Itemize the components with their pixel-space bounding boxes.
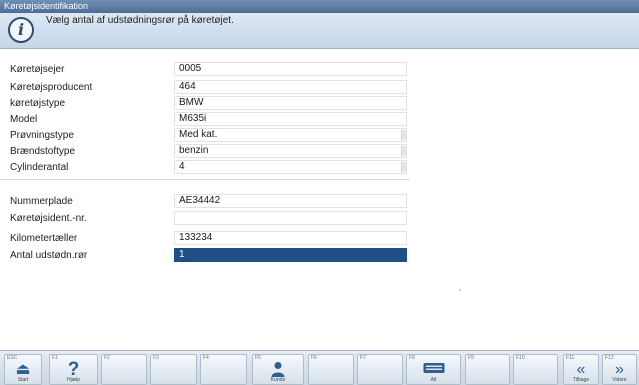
fkey-label: F7: [360, 355, 366, 361]
test-type-field[interactable]: Med kat.: [174, 128, 407, 142]
fkey-label: F3: [153, 355, 159, 361]
fkey-f11-button[interactable]: F11 « Tilbage: [563, 354, 599, 385]
field-label: Køretøjsejer: [10, 64, 65, 75]
info-message: Vælg antal af udstødningsrør på køretøje…: [46, 15, 234, 26]
stray-dot: [459, 289, 461, 291]
row-vehicle-owner: Køretøjsejer 0005: [0, 62, 410, 77]
row-model: Model M635i: [0, 112, 410, 127]
fkey-caption: Start: [17, 377, 29, 383]
exhaust-pipe-count-field[interactable]: 1: [174, 248, 407, 262]
fkey-label: F4: [203, 355, 209, 361]
fkey-caption: Alt: [430, 377, 437, 383]
row-vehicle-ident: Køretøjsident.-nr.: [0, 211, 410, 226]
row-fuel-type: Brændstoftype benzin: [0, 144, 410, 159]
info-icon: i: [8, 17, 34, 43]
section-divider: [0, 179, 410, 180]
field-label: Antal udstødn.rør: [10, 250, 88, 261]
info-bar: i Vælg antal af udstødningsrør på køretø…: [0, 13, 639, 49]
field-label: Køretøjsproducent: [10, 82, 93, 93]
vehicle-manufacturer-field[interactable]: 464: [174, 80, 407, 94]
field-label: Brændstoftype: [10, 146, 76, 157]
fkey-f2-button[interactable]: F2: [101, 354, 147, 385]
fkey-caption: Kunde: [270, 377, 286, 383]
field-label: Cylinderantal: [10, 162, 69, 173]
fkey-f8-button[interactable]: F8 Alt: [406, 354, 461, 385]
fkey-f12-button[interactable]: F12 » Videre: [602, 354, 637, 385]
keyboard-icon: [423, 363, 444, 373]
fkey-caption: Hjælp: [66, 377, 81, 383]
row-vehicle-type: køretøjstype BMW: [0, 96, 410, 111]
row-odometer: Kilometertæller 133234: [0, 231, 410, 246]
fkey-f1-button[interactable]: F1 ? Hjælp: [49, 354, 98, 385]
fkey-f10-button[interactable]: F10: [513, 354, 558, 385]
row-test-type: Prøvningstype Med kat.: [0, 128, 410, 143]
fkey-label: F10: [516, 355, 525, 361]
fkey-label: F2: [104, 355, 110, 361]
fkey-label: F9: [468, 355, 474, 361]
vehicle-ident-field[interactable]: [174, 211, 407, 225]
fuel-type-field[interactable]: benzin: [174, 144, 407, 158]
fkey-f9-button[interactable]: F9: [465, 354, 510, 385]
window-title: Køretøjsidentifikation: [0, 0, 639, 13]
cylinder-count-field[interactable]: 4: [174, 160, 407, 174]
field-label: Nummerplade: [10, 196, 73, 207]
field-label: Kilometertæller: [10, 233, 78, 244]
fkey-f7-button[interactable]: F7: [357, 354, 403, 385]
model-field[interactable]: M635i: [174, 112, 407, 126]
field-label: Køretøjsident.-nr.: [10, 213, 87, 224]
vehicle-type-field[interactable]: BMW: [174, 96, 407, 110]
row-exhaust-pipe-count: Antal udstødn.rør 1: [0, 248, 410, 263]
fkey-f6-button[interactable]: F6: [308, 354, 354, 385]
fkey-label: F6: [311, 355, 317, 361]
fkey-caption: Tilbage: [572, 377, 590, 383]
fkey-f3-button[interactable]: F3: [150, 354, 197, 385]
odometer-field[interactable]: 133234: [174, 231, 407, 245]
row-cylinder-count: Cylinderantal 4: [0, 160, 410, 175]
vehicle-owner-field[interactable]: 0005: [174, 62, 407, 76]
customer-icon: [271, 362, 285, 377]
fkey-esc-button[interactable]: ESC ⏏ Start: [4, 354, 42, 385]
field-label: køretøjstype: [10, 98, 66, 109]
row-vehicle-manufacturer: Køretøjsproducent 464: [0, 80, 410, 95]
license-plate-field[interactable]: AE34442: [174, 194, 407, 208]
field-label: Model: [10, 114, 38, 125]
fkey-f5-button[interactable]: F5 Kunde: [252, 354, 304, 385]
row-license-plate: Nummerplade AE34442: [0, 194, 410, 209]
field-label: Prøvningstype: [10, 130, 74, 141]
fkey-f4-button[interactable]: F4: [200, 354, 247, 385]
fkey-caption: Videre: [612, 377, 627, 383]
